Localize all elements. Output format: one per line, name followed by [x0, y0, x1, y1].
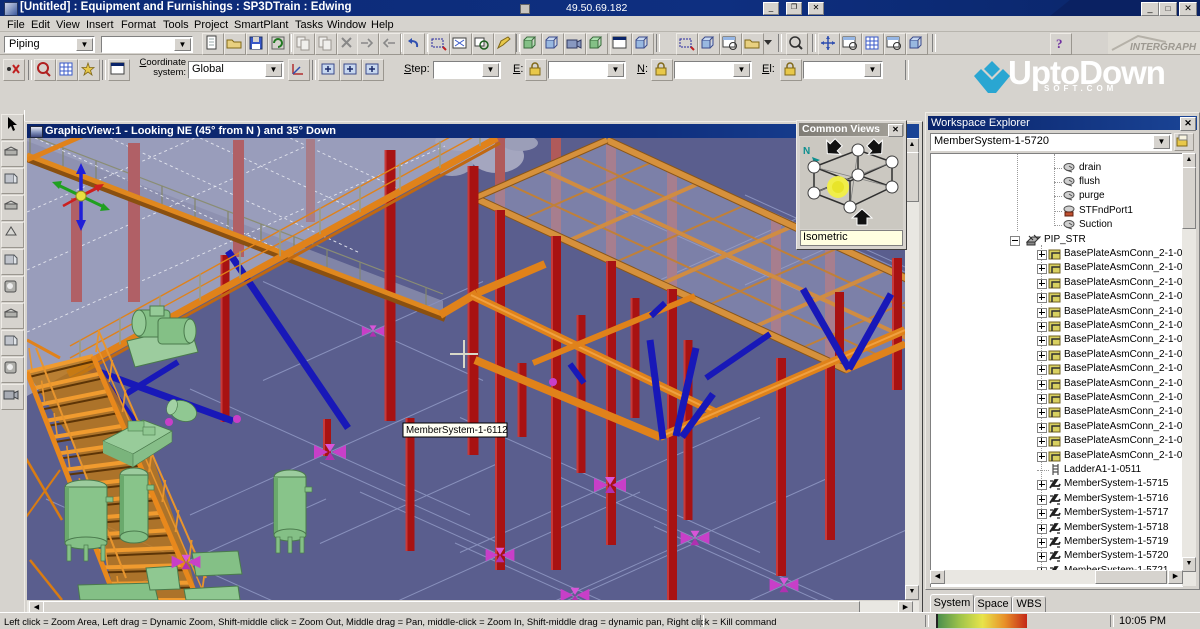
- svg-text:?: ?: [1056, 36, 1063, 51]
- svg-text:MemberSystem-1-6112: MemberSystem-1-6112: [406, 425, 508, 436]
- svg-text:N: N: [803, 146, 810, 157]
